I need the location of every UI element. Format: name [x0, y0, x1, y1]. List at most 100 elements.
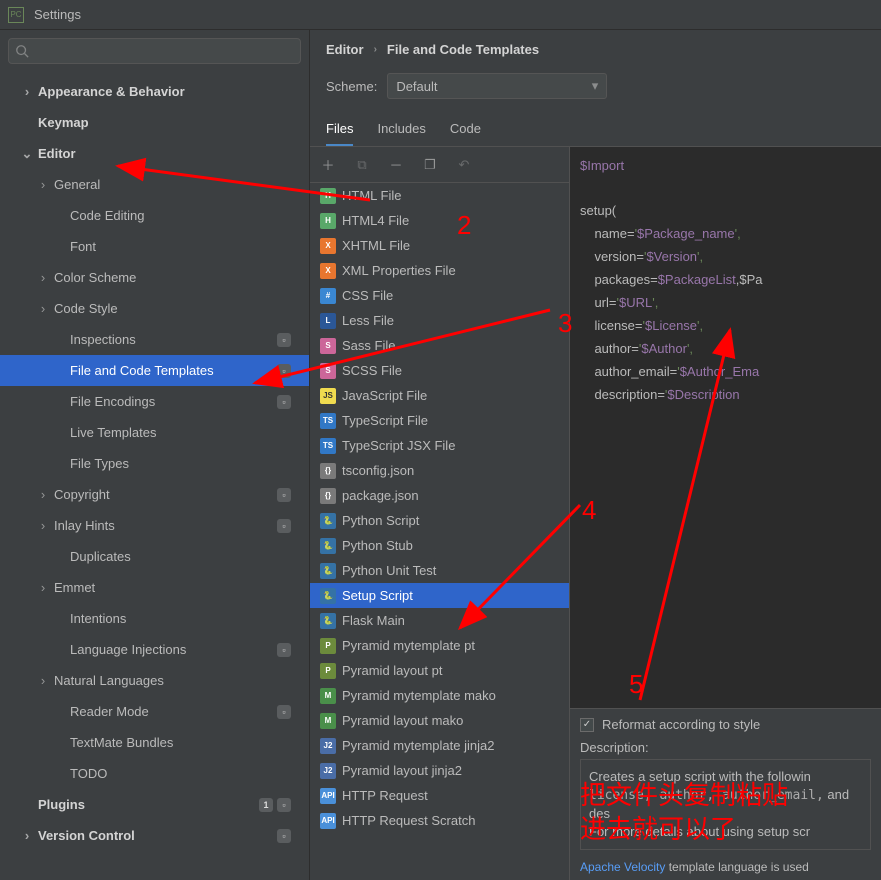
- template-item[interactable]: {}package.json: [310, 483, 569, 508]
- template-item[interactable]: XXHTML File: [310, 233, 569, 258]
- scheme-select[interactable]: Default ▾: [387, 73, 607, 99]
- template-item[interactable]: J2Pyramid layout jinja2: [310, 758, 569, 783]
- tree-item-code-editing[interactable]: Code Editing: [0, 200, 309, 231]
- window-title: Settings: [34, 7, 81, 22]
- tree-item-keymap[interactable]: Keymap: [0, 107, 309, 138]
- description-box: Creates a setup script with the followin…: [580, 759, 871, 850]
- file-icon: TS: [320, 413, 336, 429]
- file-icon: #: [320, 288, 336, 304]
- tab-code[interactable]: Code: [450, 115, 481, 146]
- template-editor[interactable]: $Import setup( name='$Package_name', ver…: [570, 147, 881, 708]
- tree-item-version-control[interactable]: ›Version Control▫: [0, 820, 309, 851]
- file-icon: {}: [320, 463, 336, 479]
- tab-includes[interactable]: Includes: [377, 115, 425, 146]
- tree-item-todo[interactable]: TODO: [0, 758, 309, 789]
- template-item[interactable]: #CSS File: [310, 283, 569, 308]
- template-item[interactable]: JSJavaScript File: [310, 383, 569, 408]
- tree-item-emmet[interactable]: ›Emmet: [0, 572, 309, 603]
- tree-item-inlay-hints[interactable]: ›Inlay Hints▫: [0, 510, 309, 541]
- tree-item-font[interactable]: Font: [0, 231, 309, 262]
- template-item[interactable]: SSCSS File: [310, 358, 569, 383]
- template-item[interactable]: PPyramid layout pt: [310, 658, 569, 683]
- copy-icon[interactable]: ⧉: [354, 157, 370, 173]
- template-item[interactable]: HHTML File: [310, 183, 569, 208]
- template-item[interactable]: HHTML4 File: [310, 208, 569, 233]
- file-icon: 🐍: [320, 538, 336, 554]
- tree-item-editor[interactable]: ⌄Editor: [0, 138, 309, 169]
- search-icon: [15, 44, 29, 58]
- file-icon: P: [320, 638, 336, 654]
- template-item[interactable]: 🐍Python Unit Test: [310, 558, 569, 583]
- tree-item-code-style[interactable]: ›Code Style: [0, 293, 309, 324]
- template-item[interactable]: 🐍Setup Script: [310, 583, 569, 608]
- remove-icon[interactable]: －: [388, 157, 404, 173]
- add-icon[interactable]: ＋: [320, 157, 336, 173]
- revert-icon[interactable]: ↶: [456, 157, 472, 173]
- velocity-hint: Apache Velocity template language is use…: [570, 854, 881, 880]
- tree-item-color-scheme[interactable]: ›Color Scheme: [0, 262, 309, 293]
- file-icon: X: [320, 263, 336, 279]
- file-icon: M: [320, 688, 336, 704]
- template-list[interactable]: HHTML FileHHTML4 FileXXHTML FileXXML Pro…: [310, 183, 569, 880]
- chevron-right-icon: ›: [374, 44, 377, 55]
- reformat-checkbox[interactable]: ✓ Reformat according to style: [580, 717, 871, 732]
- file-icon: H: [320, 188, 336, 204]
- file-icon: S: [320, 363, 336, 379]
- file-icon: H: [320, 213, 336, 229]
- file-icon: 🐍: [320, 513, 336, 529]
- breadcrumb: Editor › File and Code Templates: [310, 30, 881, 63]
- file-icon: JS: [320, 388, 336, 404]
- file-icon: 🐍: [320, 588, 336, 604]
- file-icon: P: [320, 663, 336, 679]
- template-item[interactable]: XXML Properties File: [310, 258, 569, 283]
- scheme-label: Scheme:: [326, 79, 377, 94]
- template-item[interactable]: APIHTTP Request: [310, 783, 569, 808]
- template-tabs[interactable]: Files Includes Code: [310, 109, 881, 147]
- tree-item-live-templates[interactable]: Live Templates: [0, 417, 309, 448]
- settings-tree[interactable]: ›Appearance & BehaviorKeymap⌄Editor›Gene…: [0, 72, 309, 880]
- template-item[interactable]: MPyramid layout mako: [310, 708, 569, 733]
- tree-item-inspections[interactable]: Inspections▫: [0, 324, 309, 355]
- file-icon: TS: [320, 438, 336, 454]
- description-label: Description:: [580, 740, 871, 755]
- file-icon: S: [320, 338, 336, 354]
- template-item[interactable]: {}tsconfig.json: [310, 458, 569, 483]
- tree-item-general[interactable]: ›General: [0, 169, 309, 200]
- tree-item-plugins[interactable]: Plugins1▫: [0, 789, 309, 820]
- app-icon: PC: [8, 7, 24, 23]
- file-icon: X: [320, 238, 336, 254]
- tree-item-appearance-behavior[interactable]: ›Appearance & Behavior: [0, 76, 309, 107]
- template-item[interactable]: PPyramid mytemplate pt: [310, 633, 569, 658]
- tree-item-intentions[interactable]: Intentions: [0, 603, 309, 634]
- tree-item-file-encodings[interactable]: File Encodings▫: [0, 386, 309, 417]
- file-icon: L: [320, 313, 336, 329]
- tree-item-textmate-bundles[interactable]: TextMate Bundles: [0, 727, 309, 758]
- template-item[interactable]: MPyramid mytemplate mako: [310, 683, 569, 708]
- template-item[interactable]: 🐍Python Script: [310, 508, 569, 533]
- file-icon: 🐍: [320, 613, 336, 629]
- tree-item-language-injections[interactable]: Language Injections▫: [0, 634, 309, 665]
- tree-item-reader-mode[interactable]: Reader Mode▫: [0, 696, 309, 727]
- copy-template-icon[interactable]: ❐: [422, 157, 438, 173]
- template-item[interactable]: 🐍Python Stub: [310, 533, 569, 558]
- tree-item-natural-languages[interactable]: ›Natural Languages: [0, 665, 309, 696]
- tree-item-copyright[interactable]: ›Copyright▫: [0, 479, 309, 510]
- file-icon: J2: [320, 763, 336, 779]
- template-item[interactable]: SSass File: [310, 333, 569, 358]
- velocity-link[interactable]: Apache Velocity: [580, 860, 665, 874]
- file-icon: J2: [320, 738, 336, 754]
- template-item[interactable]: APIHTTP Request Scratch: [310, 808, 569, 833]
- search-input[interactable]: [8, 38, 301, 64]
- tree-item-file-types[interactable]: File Types: [0, 448, 309, 479]
- file-icon: API: [320, 788, 336, 804]
- tree-item-duplicates[interactable]: Duplicates: [0, 541, 309, 572]
- template-toolbar: ＋ ⧉ － ❐ ↶: [310, 147, 569, 183]
- template-item[interactable]: 🐍Flask Main: [310, 608, 569, 633]
- template-item[interactable]: J2Pyramid mytemplate jinja2: [310, 733, 569, 758]
- tree-item-file-and-code-templates[interactable]: File and Code Templates▫: [0, 355, 309, 386]
- template-item[interactable]: TSTypeScript JSX File: [310, 433, 569, 458]
- template-item[interactable]: TSTypeScript File: [310, 408, 569, 433]
- tab-files[interactable]: Files: [326, 115, 353, 146]
- template-item[interactable]: LLess File: [310, 308, 569, 333]
- settings-sidebar: ›Appearance & BehaviorKeymap⌄Editor›Gene…: [0, 30, 310, 880]
